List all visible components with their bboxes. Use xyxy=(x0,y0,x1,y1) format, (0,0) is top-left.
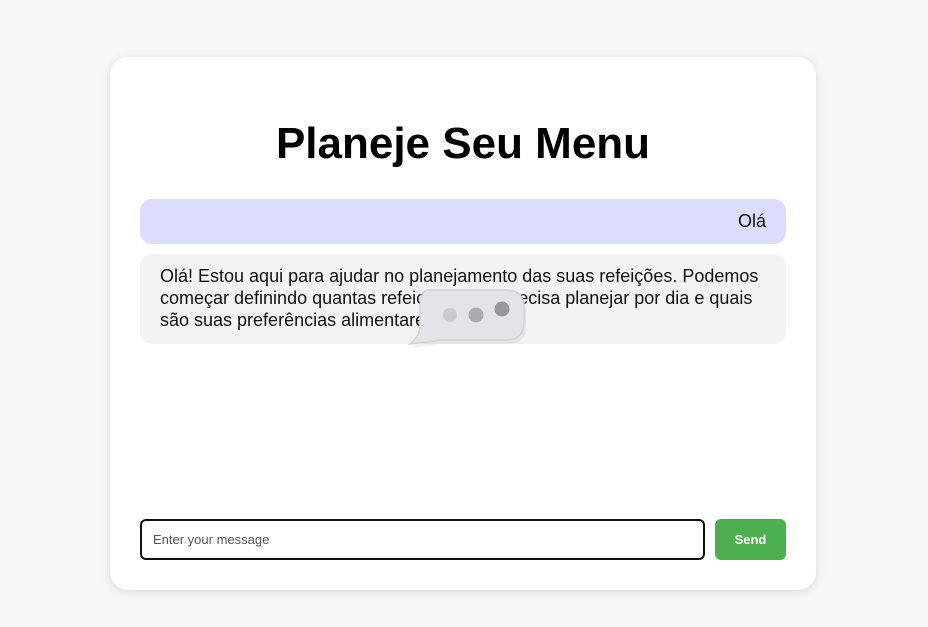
typing-bubble-icon xyxy=(407,289,526,348)
message-input[interactable] xyxy=(140,519,705,560)
page-title: Planeje Seu Menu xyxy=(275,119,651,168)
user-message: Olá xyxy=(140,199,786,244)
send-button[interactable]: Send xyxy=(715,519,786,560)
typing-dot-3 xyxy=(494,301,510,317)
typing-dot-2 xyxy=(468,307,484,323)
chat-card: Planeje Seu Menu Olá Olá! Estou aqui par… xyxy=(110,57,816,590)
typing-dot-1 xyxy=(443,308,457,322)
composer: Send xyxy=(140,519,786,560)
